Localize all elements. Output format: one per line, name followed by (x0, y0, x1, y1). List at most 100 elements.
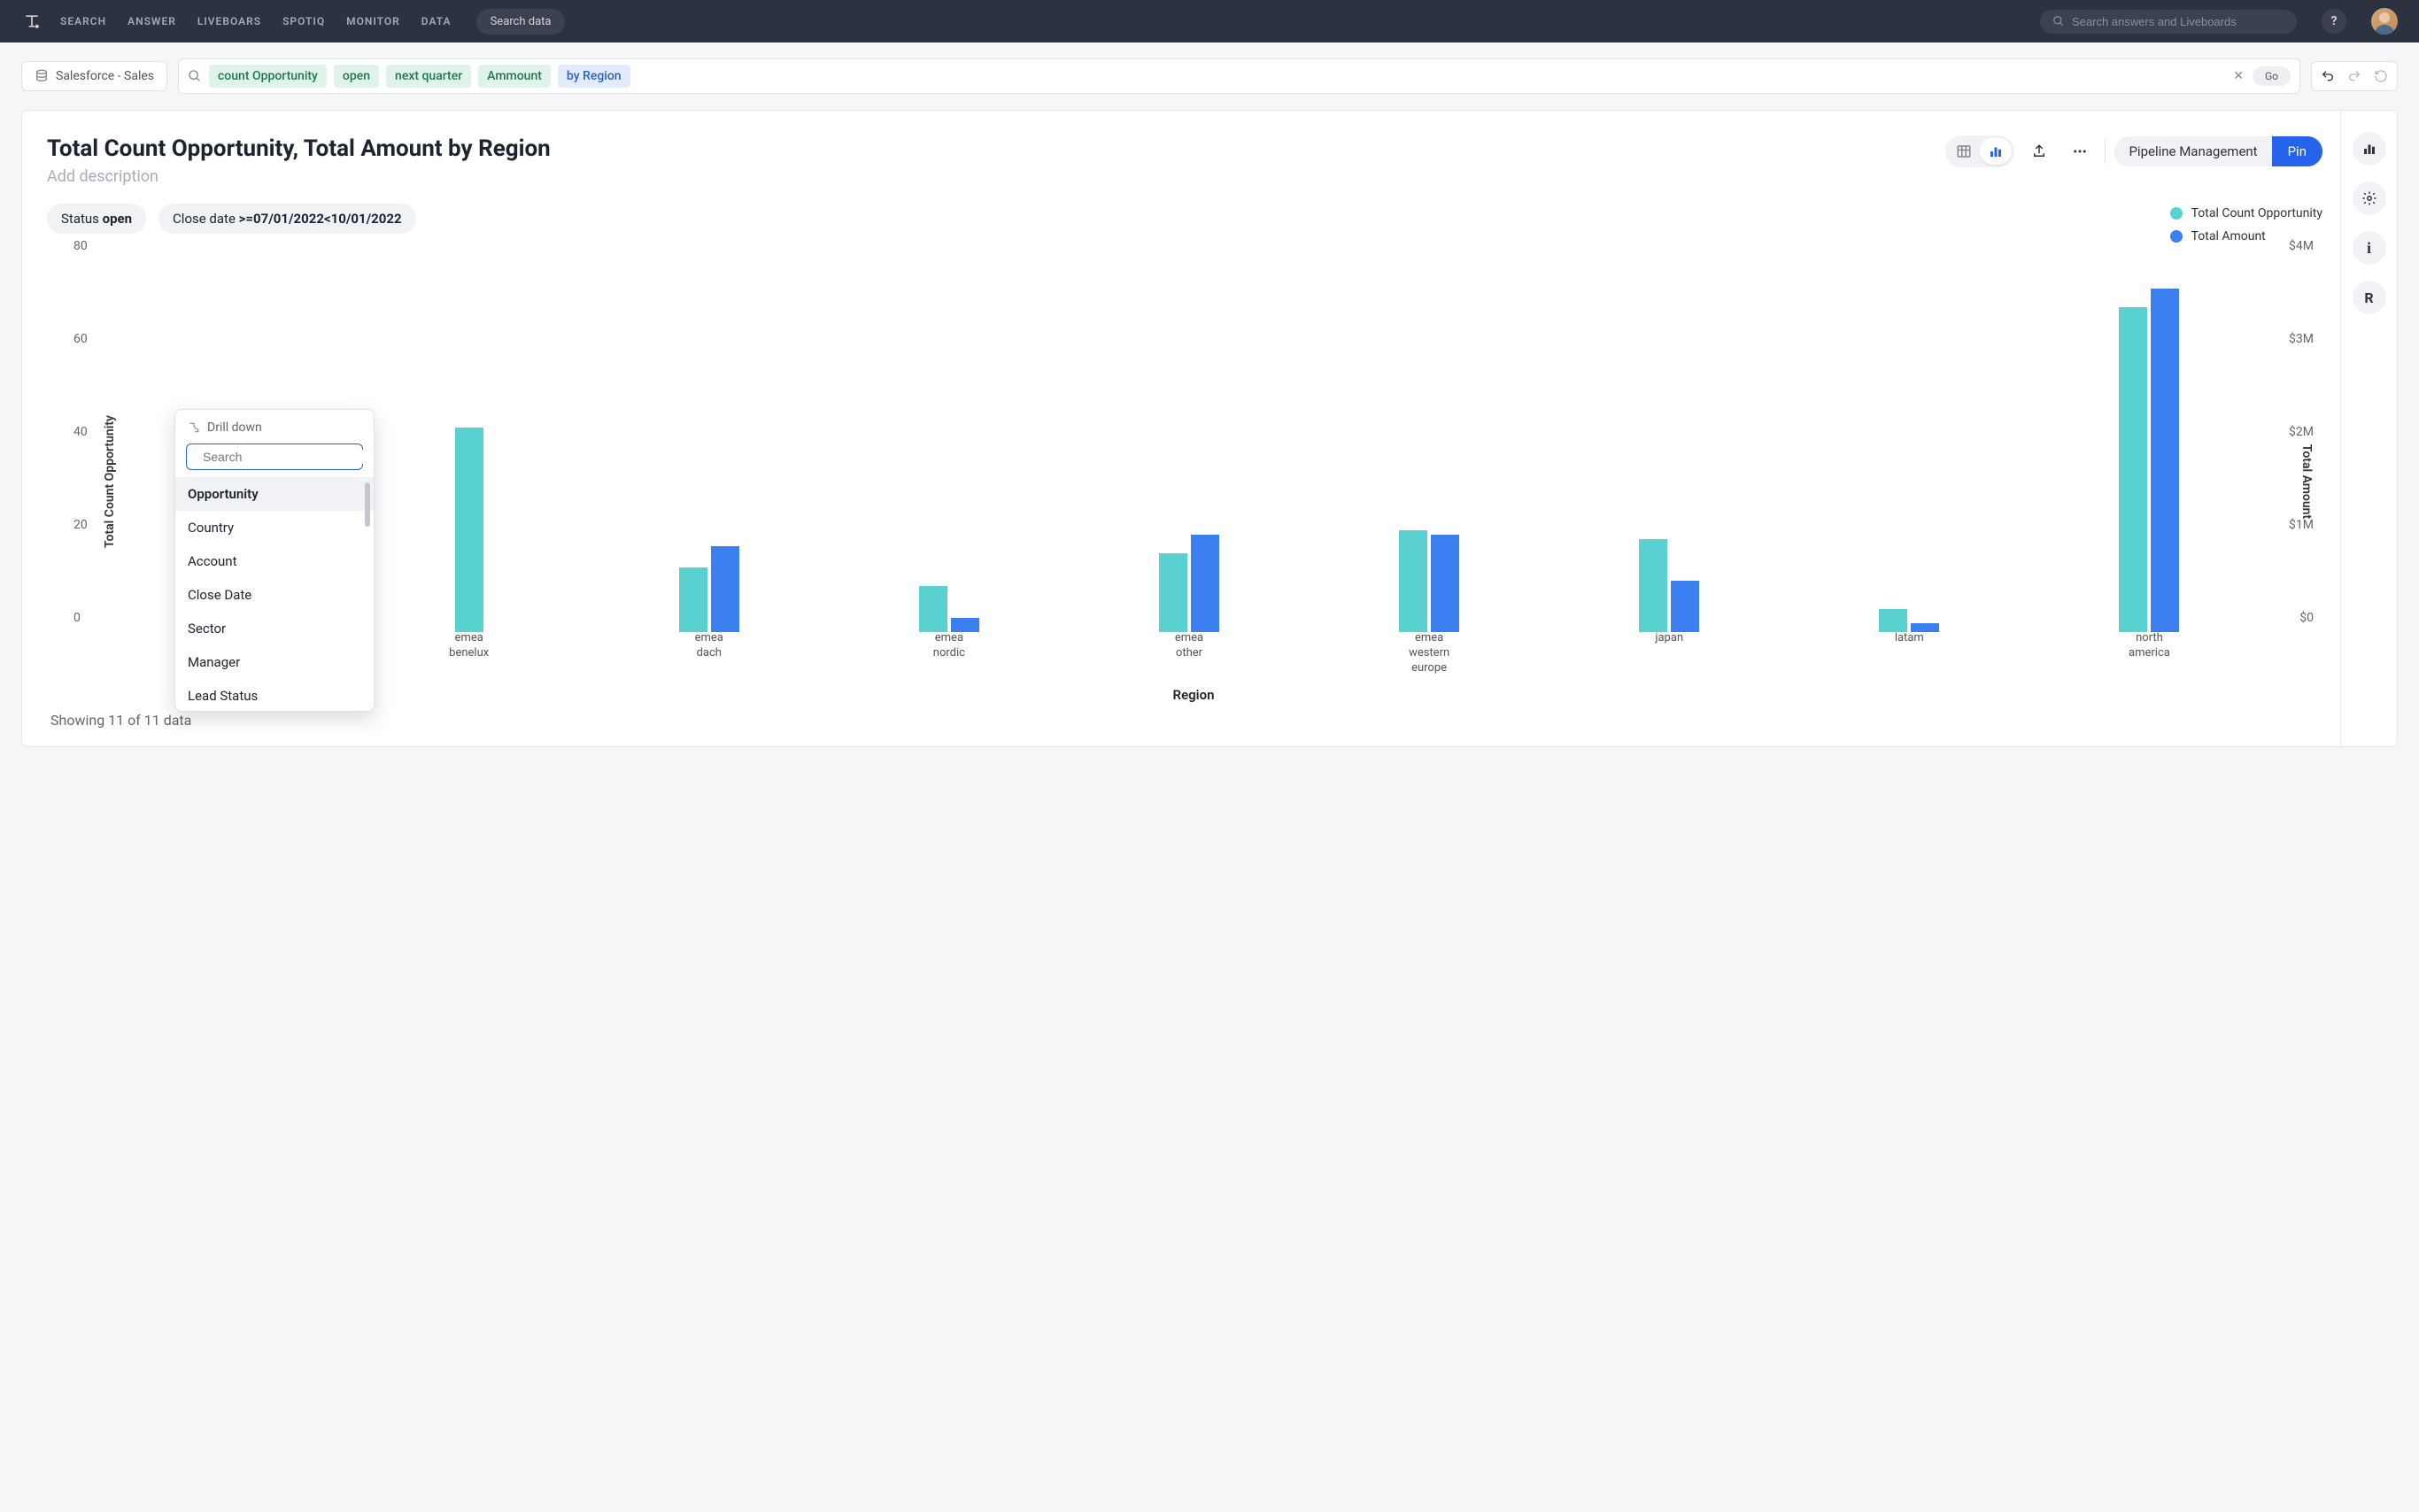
rail-settings-button[interactable] (2353, 181, 2386, 215)
bar-count[interactable] (455, 428, 483, 632)
bar-count[interactable] (1879, 609, 1907, 632)
x-label: emeanordic (829, 631, 1069, 676)
search-data-button[interactable]: Search data (476, 9, 566, 35)
data-source-selector[interactable]: Salesforce - Sales (21, 61, 167, 91)
scrollbar-thumb[interactable] (365, 482, 370, 527)
user-avatar[interactable] (2371, 8, 2398, 35)
data-source-label: Salesforce - Sales (56, 69, 154, 83)
bar-group[interactable] (1069, 260, 1309, 632)
bar-amount[interactable] (1671, 581, 1699, 632)
bar-count[interactable] (2119, 307, 2147, 633)
table-view-button[interactable] (1948, 138, 1980, 165)
drill-list[interactable]: Opportunity Country Account Close Date S… (175, 477, 374, 707)
drill-down-popup: Drill down Opportunity Country Account C… (174, 409, 375, 712)
bar-count[interactable] (1399, 530, 1427, 633)
nav-spotiq[interactable]: SPOTIQ (282, 15, 325, 27)
bar-count[interactable] (1639, 539, 1667, 632)
drill-item[interactable]: Manager (175, 645, 374, 679)
global-search-input[interactable] (2072, 15, 2284, 28)
bar-group[interactable] (1789, 260, 2029, 632)
nav-items: SEARCH ANSWER LIVEBOARS SPOTIQ MONITOR D… (60, 15, 452, 27)
x-label: latam (1789, 631, 2029, 676)
share-button[interactable] (2023, 135, 2055, 167)
y-tick-left: 60 (73, 332, 88, 346)
divider (2105, 139, 2106, 164)
undo-button[interactable] (2321, 69, 2335, 83)
nav-answer[interactable]: ANSWER (128, 15, 176, 27)
bar-count[interactable] (1159, 553, 1187, 632)
search-token[interactable]: by Region (558, 65, 630, 88)
drill-item[interactable]: Lead Status (175, 679, 374, 707)
bar-group[interactable] (589, 260, 829, 632)
right-rail: i R (2340, 111, 2397, 746)
search-icon (2052, 15, 2065, 27)
chart-plot[interactable]: 020406080$0$1M$2M$3M$4M (109, 260, 2269, 632)
reset-button[interactable] (2374, 69, 2388, 83)
drill-search-input[interactable] (203, 450, 363, 464)
more-menu-button[interactable] (2064, 135, 2096, 167)
bar-amount[interactable] (711, 546, 739, 632)
drill-item[interactable]: Sector (175, 612, 374, 645)
rail-chart-config-button[interactable] (2353, 132, 2386, 166)
bar-amount[interactable] (2151, 289, 2179, 633)
nav-data[interactable]: DATA (421, 15, 452, 27)
nav-liveboards[interactable]: LIVEBOARS (197, 15, 261, 27)
clear-search-button[interactable]: ✕ (2233, 69, 2244, 83)
x-label: emeabenelux (349, 631, 589, 676)
y-tick-left: 80 (73, 239, 88, 253)
bar-group[interactable] (829, 260, 1069, 632)
y-tick-right: $2M (2289, 425, 2314, 439)
nav-search[interactable]: SEARCH (60, 15, 106, 27)
share-icon (2031, 143, 2047, 159)
rail-info-button[interactable]: i (2353, 231, 2386, 265)
info-icon: i (2367, 239, 2371, 258)
chart[interactable]: Total Count Opportunity Total Amount 020… (47, 260, 2340, 703)
app-logo[interactable] (21, 11, 43, 32)
search-bar[interactable]: count Opportunity open next quarter Ammo… (178, 58, 2300, 94)
answer-actions: Pipeline Management Pin (1945, 135, 2322, 167)
bar-amount[interactable] (1431, 535, 1459, 632)
chart-icon (2361, 141, 2377, 157)
pin-button[interactable]: Pin (2272, 136, 2322, 166)
more-icon (2072, 143, 2088, 159)
bar-count[interactable] (919, 586, 947, 633)
nav-monitor[interactable]: MONITOR (346, 15, 400, 27)
bar-amount[interactable] (951, 618, 979, 632)
bar-group[interactable] (2029, 260, 2269, 632)
answer-description[interactable]: Add description (47, 167, 551, 186)
rail-r-button[interactable]: R (2353, 281, 2386, 314)
drill-search[interactable] (186, 444, 363, 470)
chart-view-button[interactable] (1980, 138, 2012, 165)
x-label: emeadach (589, 631, 829, 676)
help-button[interactable]: ? (2322, 9, 2346, 34)
filter-close-date[interactable]: Close date >=07/01/2022<10/01/2022 (158, 204, 416, 234)
pipeline-dropdown[interactable]: Pipeline Management (2114, 136, 2271, 166)
bar-amount[interactable] (1191, 535, 1219, 632)
go-button[interactable]: Go (2253, 66, 2291, 86)
search-token[interactable]: open (334, 65, 379, 88)
drill-item[interactable]: Account (175, 544, 374, 578)
search-token[interactable]: Ammount (478, 65, 551, 88)
answer-title[interactable]: Total Count Opportunity, Total Amount by… (47, 135, 551, 162)
legend-item[interactable]: Total Count Opportunity (2170, 206, 2322, 220)
bar-group[interactable] (1550, 260, 1789, 632)
search-icon (188, 69, 202, 83)
bar-group[interactable] (1310, 260, 1550, 632)
y-tick-right: $0 (2299, 611, 2314, 625)
redo-button[interactable] (2347, 69, 2361, 83)
bar-count[interactable] (679, 567, 707, 633)
bar-group[interactable] (349, 260, 589, 632)
global-search[interactable] (2040, 10, 2297, 34)
search-token[interactable]: count Opportunity (209, 65, 327, 88)
x-label: emeawesterneurope (1310, 631, 1550, 676)
view-toggle (1945, 135, 2014, 167)
drill-item[interactable]: Country (175, 511, 374, 544)
r-icon: R (2364, 289, 2373, 306)
drill-item[interactable]: Opportunity (175, 477, 374, 511)
x-axis-labels: apacemeabeneluxemeadachemeanordicemeaoth… (109, 631, 2269, 676)
y-tick-right: $1M (2289, 518, 2314, 532)
drill-item[interactable]: Close Date (175, 578, 374, 612)
filter-status[interactable]: Status open (47, 204, 146, 234)
row-count-footer: Showing 11 of 11 data (47, 712, 2340, 729)
search-token[interactable]: next quarter (386, 65, 471, 88)
